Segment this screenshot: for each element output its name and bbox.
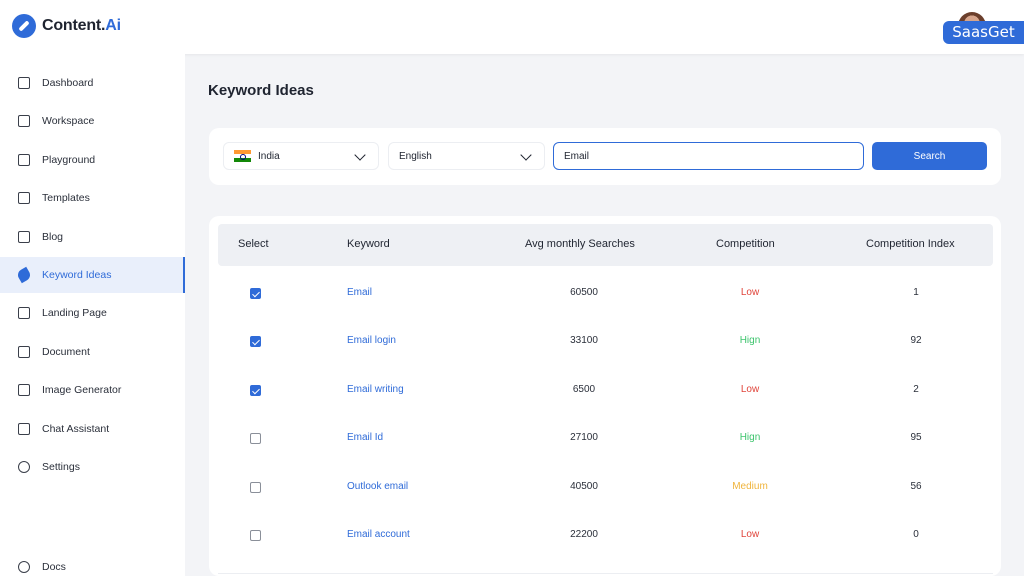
logo-text: Content.Ai — [42, 17, 121, 35]
sidebar-item-label: Templates — [42, 192, 90, 204]
keyword-link[interactable]: Email — [347, 287, 372, 298]
searches-value: 27100 — [570, 432, 598, 443]
sidebar: Dashboard Workspace Playground Templates… — [0, 54, 185, 576]
keyword-search-input[interactable] — [553, 142, 864, 170]
watermark-badge: SaasGet — [943, 21, 1024, 44]
sidebar-item-label: Dashboard — [42, 77, 94, 89]
sidebar-item-landing-page[interactable]: Landing Page — [0, 295, 185, 331]
search-button[interactable]: Search — [872, 142, 987, 170]
sidebar-item-document[interactable]: Document — [0, 334, 185, 370]
sidebar-item-label: Docs — [42, 561, 66, 573]
sidebar-item-playground[interactable]: Playground — [0, 142, 185, 178]
keyword-link[interactable]: Email login — [347, 335, 396, 346]
row-checkbox[interactable] — [250, 385, 261, 396]
keyword-link[interactable]: Email writing — [347, 384, 404, 395]
keyword-link[interactable]: Email account — [347, 529, 410, 540]
sidebar-item-label: Workspace — [42, 115, 95, 127]
table-row: Email login 33100 Hign 92 — [209, 318, 1001, 366]
logo-accent: Ai — [105, 17, 121, 34]
sidebar-item-label: Settings — [42, 461, 80, 473]
competition-index-value: 2 — [913, 384, 919, 395]
language-select[interactable]: English — [388, 142, 545, 170]
competition-value: Hign — [739, 335, 761, 346]
searches-value: 40500 — [570, 481, 598, 492]
sidebar-item-label: Chat Assistant — [42, 423, 110, 435]
table-header: Select Keyword Avg monthly Searches Comp… — [218, 224, 993, 266]
dashboard-icon — [18, 77, 30, 89]
templates-icon — [18, 192, 30, 204]
competition-index-value: 0 — [913, 529, 919, 540]
competition-value: Hign — [739, 432, 761, 443]
sidebar-item-templates[interactable]: Templates — [0, 180, 185, 216]
table-row: Email 60500 Low 1 — [209, 270, 1001, 318]
table-row: Email writing 6500 Low 2 — [209, 367, 1001, 415]
table-divider — [218, 573, 993, 574]
image-icon — [18, 384, 30, 396]
keyword-icon — [15, 266, 33, 284]
row-checkbox[interactable] — [250, 433, 261, 444]
competition-value: Low — [740, 287, 760, 298]
row-checkbox[interactable] — [250, 336, 261, 347]
app-logo[interactable]: Content.Ai — [12, 14, 121, 38]
logo-icon — [12, 14, 36, 38]
competition-value: Medium — [732, 481, 768, 492]
searches-value: 22200 — [570, 529, 598, 540]
competition-value: Low — [740, 384, 760, 395]
sidebar-item-chat-assistant[interactable]: Chat Assistant — [0, 411, 185, 447]
chevron-down-icon — [354, 149, 366, 161]
keyword-link[interactable]: Outlook email — [347, 481, 408, 492]
sidebar-item-keyword-ideas[interactable]: Keyword Ideas — [0, 257, 185, 293]
competition-index-value: 92 — [910, 335, 922, 346]
keyword-table: Select Keyword Avg monthly Searches Comp… — [209, 216, 1001, 576]
header-competition: Competition — [716, 238, 775, 250]
sidebar-item-label: Landing Page — [42, 307, 107, 319]
sidebar-item-workspace[interactable]: Workspace — [0, 103, 185, 139]
help-icon — [18, 561, 30, 573]
top-bar: Content.Ai SaasGet — [0, 0, 1024, 54]
competition-index-value: 56 — [910, 481, 922, 492]
language-value: English — [399, 150, 432, 162]
sidebar-item-label: Image Generator — [42, 384, 122, 396]
table-row: Outlook email 40500 Medium 56 — [209, 464, 1001, 512]
sidebar-item-docs[interactable]: Docs — [0, 549, 185, 576]
sidebar-item-label: Blog — [42, 231, 64, 243]
folder-icon — [18, 115, 30, 127]
page-title: Keyword Ideas — [208, 82, 314, 99]
row-checkbox[interactable] — [250, 288, 261, 299]
landing-page-icon — [18, 307, 30, 319]
competition-index-value: 1 — [913, 287, 919, 298]
header-select: Select — [238, 238, 269, 250]
country-value: India — [258, 150, 280, 162]
sidebar-item-label: Playground — [42, 154, 96, 166]
keyword-link[interactable]: Email Id — [347, 432, 383, 443]
searches-value: 33100 — [570, 335, 598, 346]
header-keyword: Keyword — [347, 238, 390, 250]
searches-value: 60500 — [570, 287, 598, 298]
document-icon — [18, 346, 30, 358]
sidebar-item-image-generator[interactable]: Image Generator — [0, 372, 185, 408]
row-checkbox[interactable] — [250, 482, 261, 493]
table-row: Email account 22200 Low 0 — [209, 512, 1001, 560]
pen-icon — [18, 154, 30, 166]
gear-icon — [18, 461, 30, 473]
sidebar-item-label: Keyword Ideas — [42, 269, 112, 281]
sidebar-item-blog[interactable]: Blog — [0, 219, 185, 255]
sidebar-item-label: Document — [42, 346, 90, 358]
search-panel: India English Search — [209, 128, 1001, 185]
table-row: Email Id 27100 Hign 95 — [209, 415, 1001, 463]
sidebar-item-settings[interactable]: Settings — [0, 449, 185, 485]
competition-index-value: 95 — [910, 432, 922, 443]
country-select[interactable]: India — [223, 142, 379, 170]
blog-icon — [18, 231, 30, 243]
header-competition-index: Competition Index — [866, 238, 955, 250]
row-checkbox[interactable] — [250, 530, 261, 541]
chat-icon — [18, 423, 30, 435]
competition-value: Low — [740, 529, 760, 540]
sidebar-item-dashboard[interactable]: Dashboard — [0, 65, 185, 101]
header-avg-searches: Avg monthly Searches — [525, 238, 635, 250]
chevron-down-icon — [520, 149, 532, 161]
searches-value: 6500 — [572, 384, 596, 395]
india-flag-icon — [234, 150, 251, 162]
logo-main: Content. — [42, 17, 106, 34]
